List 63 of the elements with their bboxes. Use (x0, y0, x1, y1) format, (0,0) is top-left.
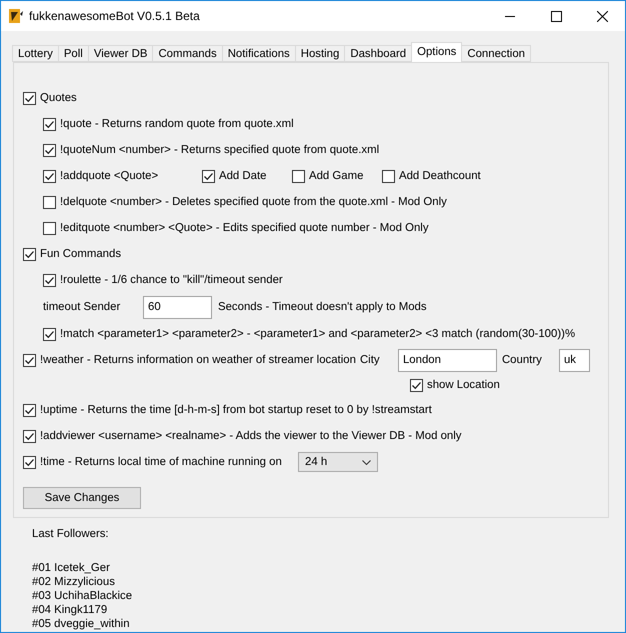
option-label: Quotes (40, 92, 77, 104)
option-label: !editquote <number> <Quote> - Edits specified quote number - Mod Only (60, 222, 429, 234)
checkbox[interactable] (23, 354, 36, 366)
field-label: timeout Sender (43, 301, 122, 313)
checkbox[interactable] (23, 430, 36, 442)
timeout-field[interactable]: 60 (143, 296, 212, 318)
checkbox[interactable] (43, 118, 56, 130)
option-label: !uptime - Returns the time [d-h-m-s] from bot startup reset to 0 by !streamstart (40, 404, 432, 416)
option-label: !quote - Returns random quote from quote.xml (60, 118, 294, 130)
option-label: !quoteNum <number> - Returns specified quote from quote.xml (60, 144, 380, 156)
option-label: Fun Commands (40, 248, 122, 260)
tab[interactable]: Connection (461, 45, 531, 62)
maximize-icon (550, 10, 562, 22)
checkbox[interactable] (410, 378, 423, 392)
checkbox[interactable] (43, 144, 56, 156)
option-label: !delquote <number> - Deletes specified quote from the quote.xml - Mod Only (60, 196, 447, 208)
option-label: Add Deathcount (399, 170, 481, 182)
field-note: Seconds - Timeout doesn't apply to Mods (218, 301, 427, 313)
field-label: Country (502, 354, 543, 366)
checkbox[interactable] (382, 170, 395, 182)
option-label: show Location (427, 379, 500, 391)
option-label: Add Date (219, 170, 266, 182)
follower-entry: #05 dveggie_within (32, 617, 131, 631)
follower-entry: #02 Mizzylicious (32, 575, 116, 589)
close-icon (596, 10, 608, 22)
window-title: fukkenawesomeBot V0.5.1 Beta (29, 9, 201, 23)
option-label: !weather - Returns information on weather of streamer location (40, 354, 356, 366)
tab[interactable]: Options (411, 42, 462, 62)
chevron-down-icon (362, 460, 371, 464)
option-label: !addquote <Quote> (60, 170, 160, 182)
checkbox[interactable] (43, 222, 56, 234)
follower-entry: #03 UchihaBlackice (32, 589, 134, 603)
follower-entry: #01 Icetek_Ger (32, 561, 111, 575)
option-label: !addviewer <username> <realname> - Adds the viewer to the Viewer DB - Mod only (40, 430, 462, 442)
checkbox[interactable] (23, 456, 36, 468)
save-changes-button[interactable]: Save Changes (23, 487, 141, 509)
tab[interactable]: Commands (152, 45, 223, 62)
tab[interactable]: Viewer DB (88, 45, 154, 62)
checkbox[interactable] (292, 170, 305, 182)
checkbox[interactable] (43, 196, 56, 208)
app-logo-icon (8, 8, 24, 24)
checkbox[interactable] (23, 92, 36, 104)
city-field[interactable]: London (398, 348, 497, 372)
checkbox[interactable] (23, 404, 36, 416)
field-label: City (360, 354, 381, 366)
tab[interactable]: Poll (58, 45, 89, 62)
country-field[interactable]: uk (558, 348, 590, 372)
tab[interactable]: Notifications (222, 45, 296, 62)
tab[interactable]: Lottery (12, 45, 59, 62)
followers-title: Last Followers: (32, 527, 110, 541)
follower-entry: #04 Kingk1179 (32, 603, 108, 617)
option-label: Add Game (309, 170, 364, 182)
tab[interactable]: Dashboard (344, 45, 412, 62)
option-label: !roulette - 1/6 chance to "kill"/timeout sender (60, 274, 283, 286)
checkbox[interactable] (43, 328, 56, 340)
checkbox[interactable] (43, 274, 56, 286)
checkbox[interactable] (23, 248, 36, 260)
checkbox[interactable] (202, 170, 215, 182)
time-format-dropdown[interactable]: 24 h (298, 452, 378, 472)
option-label: !match <parameter1> <parameter2> - <parameter1> and <parameter2> <3 match (random(30-100))% (60, 328, 576, 340)
tab[interactable]: Hosting (294, 45, 346, 62)
checkbox[interactable] (43, 170, 56, 182)
option-label: !time - Returns local time of machine running on (40, 456, 283, 468)
